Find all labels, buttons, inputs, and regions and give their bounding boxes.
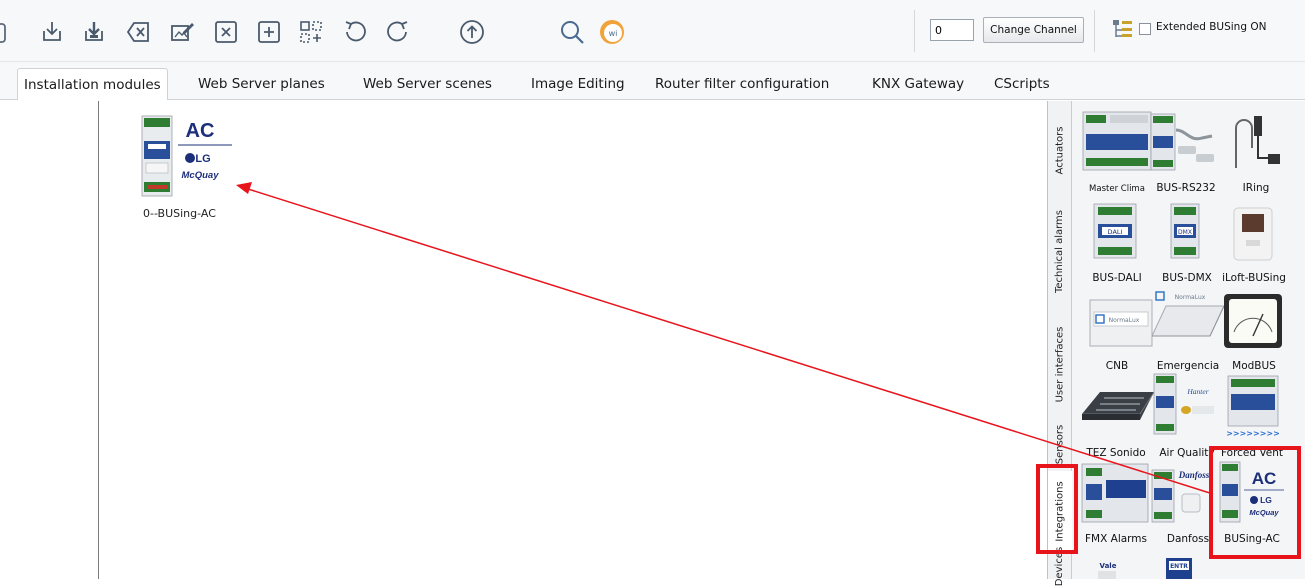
palette-item-bus-dali[interactable]: BUS-DALI	[1081, 272, 1153, 284]
palette-item-bus-dmx-thumb[interactable]: DMX	[1165, 202, 1205, 262]
upload-circle-icon[interactable]	[458, 18, 486, 46]
tab-bar: Installation modules Web Server planes W…	[0, 62, 1305, 100]
close-box-icon[interactable]	[212, 18, 240, 46]
toolbar-separator	[1094, 10, 1095, 52]
palette-item-modbus-thumb[interactable]	[1222, 292, 1284, 352]
forced-vent-caption: >>>>>>>>	[1226, 429, 1280, 438]
download-icon[interactable]	[38, 18, 66, 46]
tree-view-icon[interactable]	[1112, 18, 1134, 42]
palette-item-iloft-busing[interactable]: iLoft-BUSing	[1218, 272, 1290, 284]
backspace-icon[interactable]	[125, 18, 153, 46]
vtab-sensors[interactable]: Sensors	[1048, 419, 1072, 469]
left-panel	[0, 101, 98, 579]
search-icon[interactable]	[558, 18, 586, 46]
vtab-user-interfaces[interactable]: User interfaces	[1048, 311, 1072, 417]
palette-item-bus-rs232[interactable]: BUS-RS232	[1150, 182, 1222, 194]
palette-item-iloft-busing-thumb[interactable]	[1232, 206, 1274, 262]
edit-image-icon[interactable]	[168, 18, 196, 46]
dali-chip-text: DALI	[1108, 228, 1123, 236]
add-box-icon[interactable]	[255, 18, 283, 46]
palette-item-master-clima[interactable]: Master Clima	[1081, 184, 1153, 194]
busing-ac-highlight-box	[1209, 446, 1301, 559]
change-channel-button[interactable]: Change Channel	[983, 17, 1084, 43]
channel-input[interactable]	[930, 19, 974, 41]
tab-image-editing[interactable]: Image Editing	[531, 68, 625, 100]
placed-module-label: 0--BUSing-AC	[143, 207, 216, 220]
vtab-technical-alarms[interactable]: Technical alarms	[1048, 193, 1072, 309]
layout-icon[interactable]	[297, 18, 325, 46]
partial-edge-icon[interactable]	[0, 18, 18, 46]
vale-caption: Vale	[1100, 562, 1117, 570]
installation-canvas[interactable]	[98, 101, 1048, 579]
palette-item-air-quality-thumb[interactable]: Hanter	[1150, 372, 1220, 438]
palette-item-bus-dmx[interactable]: BUS-DMX	[1151, 272, 1223, 284]
palette-item-iring-thumb[interactable]	[1224, 110, 1284, 174]
palette-item-entr-thumb[interactable]: ENTR	[1160, 556, 1200, 579]
palette-item-danfoss-thumb[interactable]: Danfoss	[1150, 462, 1212, 526]
palette-item-vale-thumb[interactable]: Vale	[1090, 558, 1130, 579]
tab-installation-modules[interactable]: Installation modules	[17, 68, 168, 100]
placed-lg-text: LG	[195, 153, 210, 165]
svg-text:wi: wi	[609, 29, 618, 38]
placed-busing-ac-module[interactable]: AC LG McQuay	[140, 113, 236, 199]
extended-busing-checkbox[interactable]	[1139, 23, 1151, 35]
entr-chip-text: ENTR	[1170, 563, 1188, 570]
tab-knx-gateway[interactable]: KNX Gateway	[872, 68, 964, 100]
dmx-chip-text: DMX	[1178, 229, 1192, 236]
palette-item-fmx-alarms[interactable]: FMX Alarms	[1080, 533, 1152, 545]
tab-router-filter-configuration[interactable]: Router filter configuration	[655, 68, 829, 100]
palette-item-fmx-alarms-thumb[interactable]	[1080, 462, 1152, 526]
integrations-highlight-box	[1036, 464, 1078, 554]
placed-ac-text: AC	[186, 120, 215, 142]
tab-cscripts[interactable]: CScripts	[994, 68, 1050, 100]
cnb-caption: NormaLux	[1109, 317, 1140, 324]
palette-item-master-clima-thumb[interactable]	[1082, 110, 1152, 174]
palette-item-forced-vent-thumb[interactable]: >>>>>>>>	[1222, 374, 1284, 440]
toolbar: wi Change Channel Extended BUSing ON	[0, 0, 1305, 62]
palette-item-tez-sonido[interactable]: TEZ Sonido	[1080, 447, 1152, 459]
tab-web-server-planes[interactable]: Web Server planes	[198, 68, 325, 100]
toolbar-separator	[914, 10, 915, 52]
extended-busing-label: Extended BUSing ON	[1156, 21, 1267, 33]
tab-web-server-scenes[interactable]: Web Server scenes	[363, 68, 492, 100]
vtab-actuators[interactable]: Actuators	[1048, 109, 1072, 191]
palette-item-modbus[interactable]: ModBUS	[1218, 360, 1290, 372]
danfoss-caption: Danfoss	[1178, 470, 1210, 480]
placed-mcquay-text: McQuay	[182, 170, 220, 181]
palette-item-tez-sonido-thumb[interactable]	[1080, 374, 1156, 440]
palette-item-bus-rs232-thumb[interactable]	[1150, 112, 1222, 174]
palette-item-emergencia-thumb[interactable]: NormaLux	[1150, 290, 1228, 352]
palette-item-cnb[interactable]: CNB	[1081, 360, 1153, 372]
palette-item-iring[interactable]: IRing	[1220, 182, 1292, 194]
emergencia-caption: NormaLux	[1175, 294, 1206, 301]
wi-logo-icon[interactable]: wi	[598, 18, 626, 46]
palette-item-bus-dali-thumb[interactable]: DALI	[1090, 202, 1140, 262]
vtab-devices[interactable]: Devices	[1048, 546, 1072, 585]
palette-item-emergencia[interactable]: Emergencia	[1152, 360, 1224, 372]
redo-icon[interactable]	[384, 18, 412, 46]
undo-icon[interactable]	[341, 18, 369, 46]
download-filled-icon[interactable]	[80, 18, 108, 46]
air-quality-caption: Hanter	[1186, 387, 1208, 396]
